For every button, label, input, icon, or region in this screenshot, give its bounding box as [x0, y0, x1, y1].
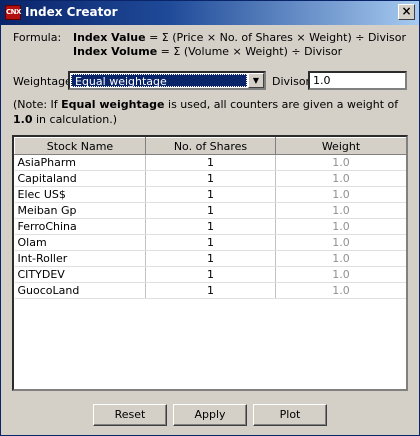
weight-cell: 1.0: [275, 266, 406, 283]
weight-cell: 1.0: [275, 250, 406, 267]
stock-name-cell[interactable]: FerroChina: [14, 218, 146, 235]
shares-cell[interactable]: 1: [145, 186, 276, 203]
shares-cell[interactable]: 1: [145, 250, 276, 267]
table-row[interactable]: CITYDEV 1 1.0: [14, 266, 406, 283]
formula-index-value: Index Value = Σ (Price × No. of Shares ×…: [73, 31, 406, 44]
column-header-stock-name[interactable]: Stock Name: [14, 137, 146, 155]
close-button[interactable]: ×: [398, 4, 415, 20]
shares-cell[interactable]: 1: [145, 266, 276, 283]
weight-cell: 1.0: [275, 154, 406, 171]
table-row[interactable]: FerroChina 1 1.0: [14, 218, 406, 235]
divisor-label: Divisor: [272, 75, 311, 88]
note-bold-1: Equal weightage: [61, 98, 165, 111]
weightage-note: (Note: If Equal weightage is used, all c…: [13, 97, 409, 127]
shares-cell[interactable]: 1: [145, 154, 276, 171]
chevron-down-icon[interactable]: ▼: [248, 73, 264, 88]
stock-name-cell[interactable]: AsiaPharm: [14, 154, 146, 171]
table-row[interactable]: Int-Roller 1 1.0: [14, 250, 406, 267]
column-header-weight[interactable]: Weight: [275, 137, 406, 155]
weight-cell: 1.0: [275, 202, 406, 219]
table-row[interactable]: Capitaland 1 1.0: [14, 170, 406, 187]
stock-name-cell[interactable]: Olam: [14, 234, 146, 251]
weightage-selected-value[interactable]: Equal weightage: [71, 74, 247, 88]
formula-label: Formula:: [13, 31, 62, 44]
plot-button[interactable]: Plot: [253, 404, 327, 426]
weight-cell: 1.0: [275, 234, 406, 251]
stock-name-cell[interactable]: CITYDEV: [14, 266, 146, 283]
note-bold-2: 1.0: [13, 113, 33, 126]
shares-cell[interactable]: 1: [145, 218, 276, 235]
column-header-shares[interactable]: No. of Shares: [145, 137, 276, 155]
table-row[interactable]: AsiaPharm 1 1.0: [14, 154, 406, 171]
stock-name-cell[interactable]: GuocoLand: [14, 282, 146, 299]
formula-index-volume: Index Volume = Σ (Volume × Weight) ÷ Div…: [73, 45, 342, 58]
weightage-label: Weightage: [13, 75, 72, 88]
app-icon: CNX: [5, 5, 21, 20]
shares-cell[interactable]: 1: [145, 170, 276, 187]
stock-name-cell[interactable]: Int-Roller: [14, 250, 146, 267]
stock-table[interactable]: Stock Name No. of Shares Weight AsiaPhar…: [12, 135, 408, 391]
stock-name-cell[interactable]: Meiban Gp: [14, 202, 146, 219]
stock-name-cell[interactable]: Capitaland: [14, 170, 146, 187]
weight-cell: 1.0: [275, 218, 406, 235]
title-bar[interactable]: CNX Index Creator ×: [1, 1, 419, 25]
table-row[interactable]: Meiban Gp 1 1.0: [14, 202, 406, 219]
window-title: Index Creator: [25, 5, 118, 19]
note-text-2: is used, all counters are given a weight…: [164, 98, 399, 111]
apply-button[interactable]: Apply: [173, 404, 247, 426]
table-row[interactable]: Elec US$ 1 1.0: [14, 186, 406, 203]
shares-cell[interactable]: 1: [145, 234, 276, 251]
note-text-1: (Note: If: [13, 98, 62, 111]
formula-index-value-term: Index Value: [73, 31, 146, 44]
index-creator-window: CNX Index Creator × Formula: Index Value…: [0, 0, 420, 436]
formula-index-volume-term: Index Volume: [73, 45, 158, 58]
reset-button[interactable]: Reset: [93, 404, 167, 426]
stock-name-cell[interactable]: Elec US$: [14, 186, 146, 203]
shares-cell[interactable]: 1: [145, 202, 276, 219]
weight-cell: 1.0: [275, 170, 406, 187]
note-text-3: in calculation.): [32, 113, 118, 126]
divisor-input[interactable]: 1.0: [308, 71, 407, 90]
shares-cell[interactable]: 1: [145, 282, 276, 299]
weight-cell: 1.0: [275, 282, 406, 299]
formula-index-volume-expression: = Σ (Volume × Weight) ÷ Divisor: [157, 45, 343, 58]
table-row[interactable]: GuocoLand 1 1.0: [14, 282, 406, 299]
table-row[interactable]: Olam 1 1.0: [14, 234, 406, 251]
weightage-select[interactable]: Equal weightage ▼: [68, 71, 266, 90]
formula-index-value-expression: = Σ (Price × No. of Shares × Weight) ÷ D…: [145, 31, 407, 44]
weight-cell: 1.0: [275, 186, 406, 203]
